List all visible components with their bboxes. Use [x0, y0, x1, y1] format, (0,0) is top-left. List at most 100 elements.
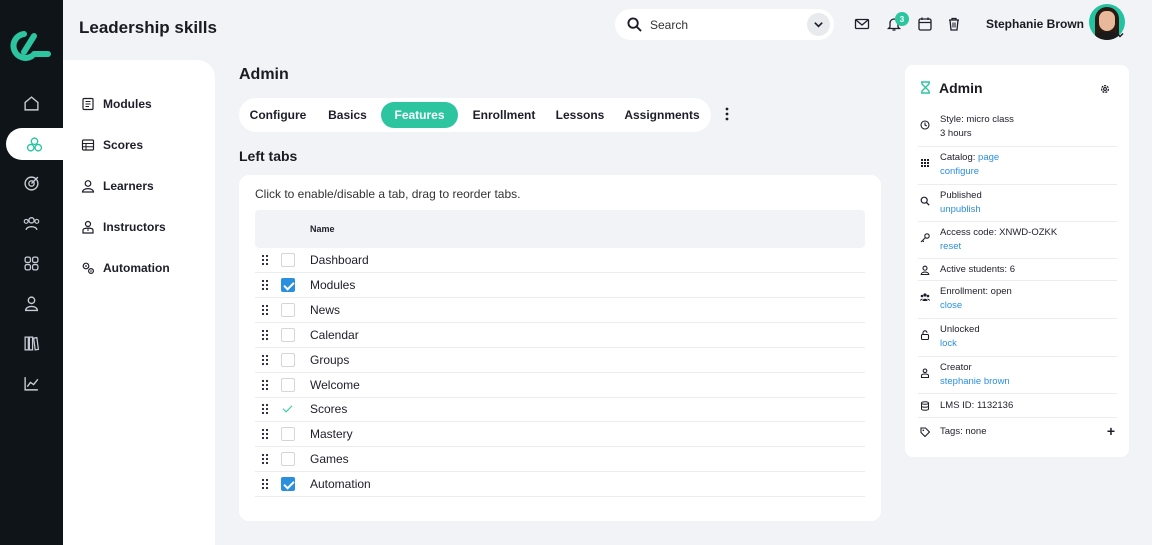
drag-handle-icon[interactable] [261, 453, 269, 465]
tab-lessons[interactable]: Lessons [549, 102, 611, 128]
enable-checkbox[interactable] [281, 477, 295, 492]
tab-name: Dashboard [310, 253, 369, 267]
drag-handle-icon[interactable] [261, 354, 269, 366]
tab-bar: Configure Basics Features Enrollment Les… [239, 98, 711, 132]
grid-icon [921, 159, 929, 167]
cogs-icon [82, 262, 95, 275]
subnav-item-automation[interactable]: Automation [81, 258, 170, 278]
notification-badge: 3 [895, 12, 909, 26]
more-vertical-icon[interactable] [722, 106, 732, 122]
table-row[interactable]: Mastery [255, 422, 865, 448]
calendar-icon[interactable] [917, 16, 933, 32]
property-label: Active students: 6 [940, 264, 1015, 275]
rail-apps-icon[interactable] [0, 243, 63, 283]
property-item: Published unpublish [918, 185, 1117, 222]
app-logo[interactable] [10, 30, 52, 62]
rail-courses-icon[interactable] [6, 128, 63, 160]
subnav-item-modules[interactable]: Modules [81, 94, 152, 114]
property-action-link[interactable]: close [940, 300, 962, 311]
subnav-item-instructors[interactable]: Instructors [81, 217, 166, 237]
add-tag-button[interactable]: + [1107, 423, 1115, 439]
property-item: LMS ID: 1132136 [918, 394, 1117, 418]
table-header: Name [255, 210, 865, 248]
enable-checkbox[interactable] [281, 427, 295, 442]
subnav-label: Learners [103, 179, 154, 193]
tab-name: Welcome [310, 377, 360, 392]
property-action-link[interactable]: lock [940, 338, 957, 349]
rail-home-icon[interactable] [0, 83, 63, 123]
drag-handle-icon[interactable] [261, 304, 269, 316]
drag-handle-icon[interactable] [261, 279, 269, 291]
enable-checkbox[interactable] [281, 327, 295, 342]
search-input[interactable]: Search [650, 18, 688, 32]
book-icon [82, 97, 94, 111]
rail-target-icon[interactable] [0, 163, 63, 203]
table-row[interactable]: Games [255, 447, 865, 473]
table-row[interactable]: Welcome [255, 373, 865, 398]
table-row[interactable]: Scores [255, 397, 865, 423]
enable-checkbox[interactable] [281, 302, 295, 317]
search-icon [920, 196, 930, 206]
property-link[interactable]: page [978, 152, 999, 163]
subnav-item-scores[interactable]: Scores [81, 135, 143, 155]
drag-handle-icon[interactable] [261, 428, 269, 440]
user-icon [81, 180, 95, 193]
enable-checkbox[interactable] [281, 452, 295, 467]
property-action-link[interactable]: reset [940, 241, 961, 252]
drag-handle-icon[interactable] [261, 403, 269, 415]
enable-checkbox[interactable] [281, 377, 295, 392]
hourglass-icon [921, 81, 930, 94]
tag-icon [920, 426, 930, 437]
tab-basics[interactable]: Basics [319, 102, 376, 128]
subnav-item-learners[interactable]: Learners [81, 176, 154, 196]
drag-handle-icon[interactable] [261, 254, 269, 266]
chevron-down-icon[interactable] [1115, 30, 1125, 40]
property-action-link[interactable]: stephanie brown [940, 376, 1010, 387]
search-dropdown-button[interactable] [807, 13, 830, 36]
enable-checkbox[interactable] [281, 277, 295, 292]
tab-assignments[interactable]: Assignments [619, 102, 705, 128]
rail-library-icon[interactable] [0, 323, 63, 363]
search-icon [627, 17, 642, 32]
property-value: 3 hours [940, 128, 972, 139]
table-row[interactable]: Dashboard [255, 248, 865, 273]
table-row[interactable]: News [255, 298, 865, 323]
enable-checkbox[interactable] [281, 352, 295, 367]
rail-analytics-icon[interactable] [0, 363, 63, 403]
subnav-label: Scores [103, 138, 144, 152]
table-row[interactable]: Modules [255, 273, 865, 298]
property-item: Creator stephanie brown [918, 357, 1117, 394]
tab-features[interactable]: Features [381, 102, 458, 128]
tab-name: Games [310, 452, 349, 467]
column-header-name[interactable]: Name [310, 224, 335, 234]
property-action-link[interactable]: unpublish [940, 204, 981, 215]
table-row[interactable]: Automation [255, 472, 865, 498]
table-row[interactable]: Calendar [255, 323, 865, 348]
page-title: Leadership skills [79, 18, 217, 37]
property-label: Published [940, 190, 982, 201]
clock-icon [920, 120, 930, 130]
gear-icon[interactable] [1099, 83, 1111, 95]
property-action-link[interactable]: configure [940, 166, 979, 177]
property-item: Access code: XNWD-OZKK reset [918, 222, 1117, 259]
drag-handle-icon[interactable] [261, 379, 269, 391]
tab-configure[interactable]: Configure [243, 102, 313, 128]
subnav-label: Automation [103, 261, 170, 275]
enable-checkbox[interactable] [281, 402, 295, 416]
search-box[interactable]: Search [615, 9, 834, 40]
table-row[interactable]: Groups [255, 348, 865, 373]
user-name[interactable]: Stephanie Brown [986, 17, 1084, 31]
tab-enrollment[interactable]: Enrollment [465, 102, 543, 128]
property-label: Creator [940, 362, 972, 373]
rail-user-icon[interactable] [0, 283, 63, 323]
drag-handle-icon[interactable] [261, 329, 269, 341]
property-label: Catalog: [940, 152, 979, 163]
left-rail [0, 0, 63, 545]
drag-handle-icon[interactable] [261, 478, 269, 490]
group-icon [920, 293, 930, 301]
chevron-down-icon [814, 22, 823, 28]
enable-checkbox[interactable] [281, 253, 295, 267]
trash-icon[interactable] [946, 16, 962, 32]
rail-people-icon[interactable] [0, 203, 63, 243]
mail-icon[interactable] [854, 16, 870, 32]
